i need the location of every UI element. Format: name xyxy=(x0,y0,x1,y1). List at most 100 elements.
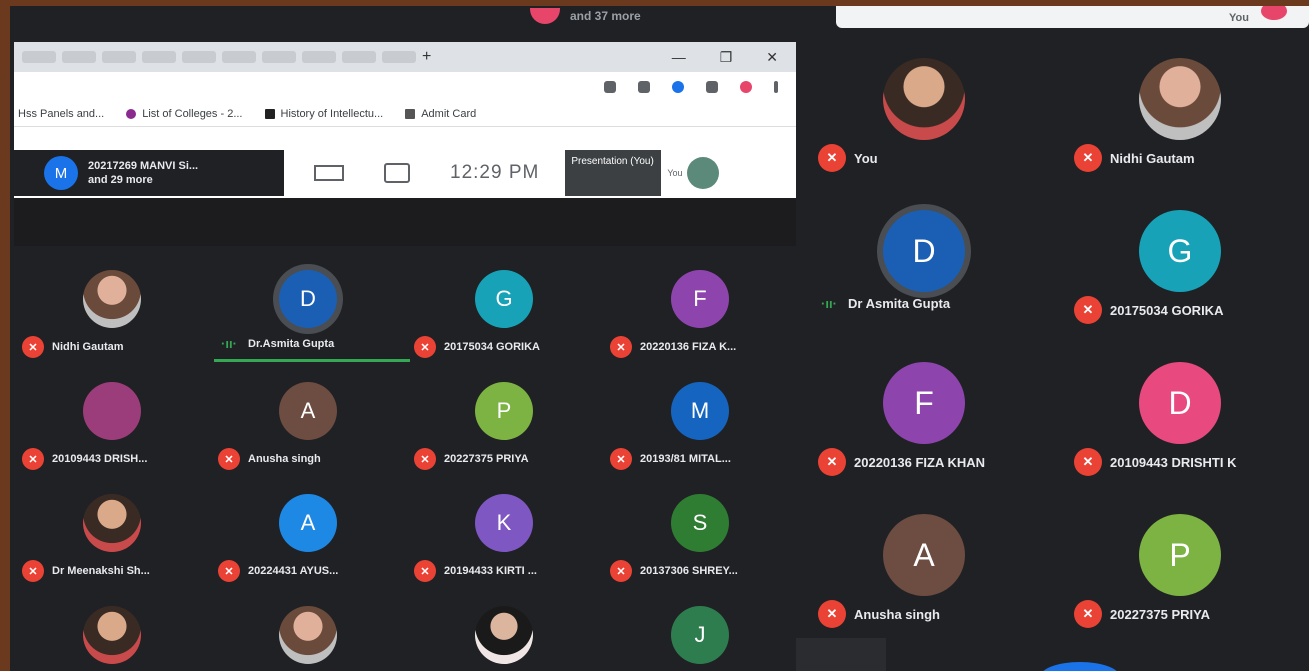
participant-name: 20220136 FIZA KHAN xyxy=(854,454,986,470)
bookmark-item[interactable]: Admit Card xyxy=(405,108,476,120)
mic-off-icon: ✕ xyxy=(218,560,240,582)
participant-avatar: A xyxy=(883,514,965,596)
presenter-info[interactable]: M 20217269 MANVI Si... and 29 more xyxy=(14,150,284,196)
you-label: You xyxy=(1229,12,1249,24)
mic-off-icon: ✕ xyxy=(610,560,632,582)
layout-icon[interactable] xyxy=(314,165,344,181)
new-tab-icon[interactable]: + xyxy=(422,48,431,66)
browser-tab[interactable] xyxy=(222,51,256,63)
participant-tile[interactable]: ✕ Nidhi Gautam xyxy=(1052,36,1308,188)
mic-off-icon: ✕ xyxy=(1074,600,1102,628)
shared-screen-gap xyxy=(14,198,796,246)
participant-label: ·ıı· Dr Asmita Gupta xyxy=(818,296,950,311)
participant-name: 20175034 GORIKA xyxy=(1110,302,1224,318)
participant-tile[interactable]: A ✕ Anusha singh xyxy=(796,492,1052,644)
participant-name: 20220136 FIZA K... xyxy=(640,341,737,353)
browser-tab[interactable] xyxy=(302,51,336,63)
browser-tab[interactable] xyxy=(262,51,296,63)
participant-tile[interactable]: G ✕ 20175034 GORIKA xyxy=(406,252,602,362)
presentation-tile[interactable]: Presentation (You) xyxy=(565,150,662,196)
participant-tile[interactable]: ✕ xyxy=(210,588,406,671)
bookmark-item[interactable]: List of Colleges - 2... xyxy=(126,108,243,120)
participant-avatar xyxy=(279,606,337,664)
participant-label: ✕ 20193/81 MITAL... xyxy=(610,448,731,470)
participant-avatar: F xyxy=(883,362,965,444)
participant-tile[interactable]: A ✕ 20224431 AYUS... xyxy=(210,476,406,586)
mic-off-icon: ✕ xyxy=(414,448,436,470)
participant-name: Nidhi Gautam xyxy=(1110,150,1195,166)
participant-tile[interactable]: G ✕ 20175034 GORIKA xyxy=(1052,188,1308,340)
participant-name: Dr.Asmita Gupta xyxy=(248,337,335,350)
browser-tab[interactable] xyxy=(182,51,216,63)
participant-tile[interactable]: D ·ıı· Dr Asmita Gupta xyxy=(796,188,1052,340)
participant-avatar: D xyxy=(1139,362,1221,444)
participant-name: 20194433 KIRTI ... xyxy=(444,565,537,577)
self-mini-avatar xyxy=(686,157,719,189)
extension-icon[interactable] xyxy=(672,81,684,93)
participant-label: ✕ Anusha singh xyxy=(818,600,940,628)
mic-off-icon: ✕ xyxy=(22,336,44,358)
participant-avatar xyxy=(83,270,141,328)
participant-label: ✕ 20224431 AYUS... xyxy=(218,560,338,582)
profile-icon[interactable] xyxy=(740,81,752,93)
puzzle-icon[interactable] xyxy=(706,81,718,93)
star-icon[interactable] xyxy=(638,81,650,93)
maximize-icon[interactable]: ❐ xyxy=(720,49,733,66)
participant-tile[interactable]: ✕ xyxy=(406,588,602,671)
participant-tile[interactable]: K ✕ 20194433 KIRTI ... xyxy=(406,476,602,586)
participant-tile[interactable]: P ✕ 20227375 PRIYA xyxy=(1052,492,1308,644)
participant-label: ✕ 20220136 FIZA KHAN xyxy=(818,448,985,476)
participant-name: 20227375 PRIYA xyxy=(1110,606,1210,622)
participant-avatar: J xyxy=(671,606,729,664)
presenter-count: and 29 more xyxy=(88,174,153,186)
bookmark-item[interactable]: Hss Panels and... xyxy=(18,108,104,120)
participant-label: ✕ 20137306 SHREY... xyxy=(610,560,738,582)
mic-off-icon: ✕ xyxy=(610,448,632,470)
browser-tab[interactable] xyxy=(22,51,56,63)
browser-tab[interactable] xyxy=(342,51,376,63)
mic-off-icon: ✕ xyxy=(218,448,240,470)
minimize-icon[interactable]: — xyxy=(672,49,686,66)
participant-tile[interactable]: ✕ xyxy=(14,588,210,671)
participant-label: ✕ 20227375 PRIYA xyxy=(414,448,529,470)
browser-tab[interactable] xyxy=(102,51,136,63)
participant-tile[interactable]: S ✕ 20137306 SHREY... xyxy=(602,476,798,586)
participant-name: Anusha singh xyxy=(854,606,940,622)
participant-name: Nidhi Gautam xyxy=(52,341,124,353)
bookmark-item[interactable]: History of Intellectu... xyxy=(264,108,383,120)
participant-avatar: D xyxy=(279,270,337,328)
chat-icon[interactable] xyxy=(384,163,410,183)
participant-name: 20109443 DRISHTI K xyxy=(1110,454,1237,470)
browser-tab[interactable] xyxy=(382,51,416,63)
camera-icon[interactable] xyxy=(604,81,616,93)
participant-tile[interactable]: ✕ Dr Meenakshi Sh... xyxy=(14,476,210,586)
participant-tile[interactable]: J✕ xyxy=(602,588,798,671)
participant-label: ✕ Dr Meenakshi Sh... xyxy=(22,560,150,582)
meet-control-bar: M 20217269 MANVI Si... and 29 more 12:29… xyxy=(14,148,796,198)
browser-tab[interactable] xyxy=(142,51,176,63)
participant-tile[interactable]: D ✕ 20109443 DRISHTI K xyxy=(1052,340,1308,492)
browser-tab[interactable] xyxy=(62,51,96,63)
participant-tile[interactable]: ✕ Nidhi Gautam xyxy=(14,252,210,362)
top-participant-pill[interactable]: and 37 more xyxy=(530,6,830,26)
participant-avatar: P xyxy=(475,382,533,440)
menu-dots-icon[interactable] xyxy=(774,81,778,93)
participant-tile[interactable]: D ·ıı· Dr.Asmita Gupta xyxy=(210,252,410,362)
participant-label: ✕ Anusha singh xyxy=(218,448,321,470)
participant-tile[interactable]: M ✕ 20193/81 MITAL... xyxy=(602,364,798,474)
shared-browser-window: + — ❐ ✕ Hss Panels and... List of Colleg… xyxy=(14,42,796,198)
meet-window: and 37 more You + — ❐ ✕ Hss Panels and..… xyxy=(10,6,1309,671)
participant-avatar: A xyxy=(279,382,337,440)
participant-tile[interactable]: F ✕ 20220136 FIZA KHAN xyxy=(796,340,1052,492)
participant-tile[interactable]: A ✕ Anusha singh xyxy=(210,364,406,474)
self-avatar-icon xyxy=(1261,6,1287,20)
participant-tile[interactable]: ✕ You xyxy=(796,36,1052,188)
participant-tile[interactable]: ✕ 20109443 DRISH... xyxy=(14,364,210,474)
participant-tile[interactable]: F ✕ 20220136 FIZA K... xyxy=(602,252,798,362)
participant-tile[interactable]: P ✕ 20227375 PRIYA xyxy=(406,364,602,474)
bottom-tile xyxy=(796,638,886,671)
mic-off-icon: ✕ xyxy=(610,336,632,358)
close-icon[interactable]: ✕ xyxy=(766,49,778,66)
participant-avatar-icon xyxy=(530,8,560,24)
presenter-avatar: M xyxy=(44,156,78,190)
